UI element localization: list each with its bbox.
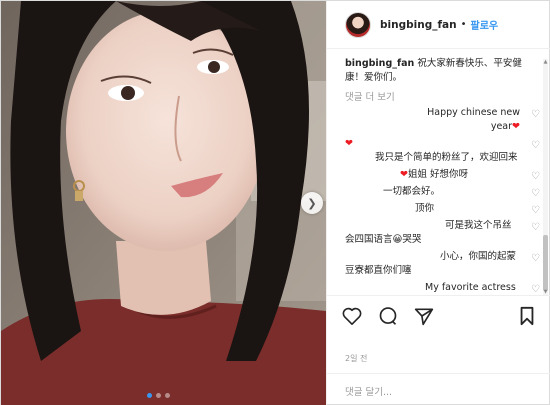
like-button[interactable] [341, 305, 363, 327]
like-comment-heart-icon[interactable]: ♡ [531, 170, 540, 184]
comment-item: ❤姐姐 好想你呀 ♡ [345, 168, 540, 182]
separator-dot: • [460, 19, 467, 30]
comment-text: Happy chinese new year [427, 107, 520, 132]
username-link[interactable]: bingbing_fan [380, 19, 457, 31]
load-more-comments-link[interactable]: 댓글 더 보기 [345, 89, 540, 103]
comments-scroll-thumb[interactable] [543, 235, 548, 291]
comment-item: 顶你 ♡ [345, 202, 540, 216]
caption-username[interactable]: bingbing_fan [345, 58, 414, 69]
like-comment-heart-icon[interactable]: ♡ [436, 252, 540, 266]
like-comment-heart-icon[interactable]: ♡ [451, 283, 540, 295]
like-comment-heart-icon[interactable]: ♡ [531, 139, 540, 153]
comment-button[interactable] [377, 305, 399, 327]
bookmark-icon [520, 306, 534, 326]
comment-bubble-icon [379, 306, 397, 325]
comment-text: 顶你 [415, 203, 435, 214]
comment-content: Happy chinese new year❤ [345, 106, 520, 134]
comment-item: ❤ 我只是个简单的粉丝了，欢迎回来 ♡ [345, 137, 540, 165]
comment-heart-emoji: ❤ [512, 121, 520, 132]
chevron-right-icon: ❯ [307, 196, 317, 210]
post-timestamp[interactable]: 2일 전 [345, 353, 367, 364]
carousel-dot [156, 393, 161, 398]
like-comment-heart-icon[interactable]: ♡ [531, 204, 540, 218]
like-comment-heart-icon[interactable]: ♡ [431, 221, 540, 235]
portrait-illustration [1, 1, 326, 405]
comment-item: 可是我这个吊丝会四国语言😀哭哭 ♡ [345, 219, 540, 247]
add-comment-input[interactable]: 댓글 달기... [327, 373, 550, 405]
comment-heart-emoji: ❤ [345, 138, 353, 149]
post-side-panel: bingbing_fan • 팔로우 bingbing_fan 祝大家新春快乐、… [326, 1, 550, 405]
post-caption: bingbing_fan 祝大家新春快乐、平安健康！爱你们。 [345, 57, 540, 85]
comment-item: 一切都会好。 ♡ [345, 185, 540, 199]
save-button[interactable] [516, 305, 538, 327]
carousel-dot [147, 393, 152, 398]
comment-item: My favorite actress is finally back, lov… [345, 281, 540, 295]
carousel-dot [165, 393, 170, 398]
scroll-up-arrow[interactable]: ▲ [543, 59, 548, 65]
post-actions-bar [327, 295, 550, 335]
comments-list: bingbing_fan 祝大家新春快乐、平安健康！爱你们。 댓글 더 보기 H… [327, 57, 550, 295]
paper-plane-icon [414, 308, 434, 325]
comment-text: 姐姐 好想你呀 [407, 169, 468, 180]
post-photo[interactable]: ❯ [1, 1, 326, 405]
share-button[interactable] [413, 305, 435, 327]
next-photo-button[interactable]: ❯ [301, 192, 323, 214]
instagram-post-modal: ❯ bingbing_fan • 팔로우 bingbing_fan 祝大家新春快… [0, 0, 550, 405]
comment-text: 一切都会好。 [383, 186, 441, 197]
comment-item: Happy chinese new year❤ ♡ [345, 106, 540, 134]
comment-heart-emoji: ❤ [400, 169, 408, 180]
like-comment-heart-icon[interactable]: ♡ [531, 187, 540, 201]
carousel-indicator [147, 393, 170, 398]
heart-outline-icon [342, 307, 362, 325]
post-header: bingbing_fan • 팔로우 [327, 1, 550, 49]
like-comment-heart-icon[interactable]: ♡ [531, 108, 540, 122]
comment-content: ❤ [345, 137, 520, 151]
comment-item: 小心，你国的起蒙豆寮都直你们噻 ♡ [345, 250, 540, 278]
avatar[interactable] [345, 11, 371, 38]
comment-text: 我只是个简单的粉丝了，欢迎回来 [375, 152, 518, 163]
follow-button[interactable]: 팔로우 [471, 17, 499, 32]
